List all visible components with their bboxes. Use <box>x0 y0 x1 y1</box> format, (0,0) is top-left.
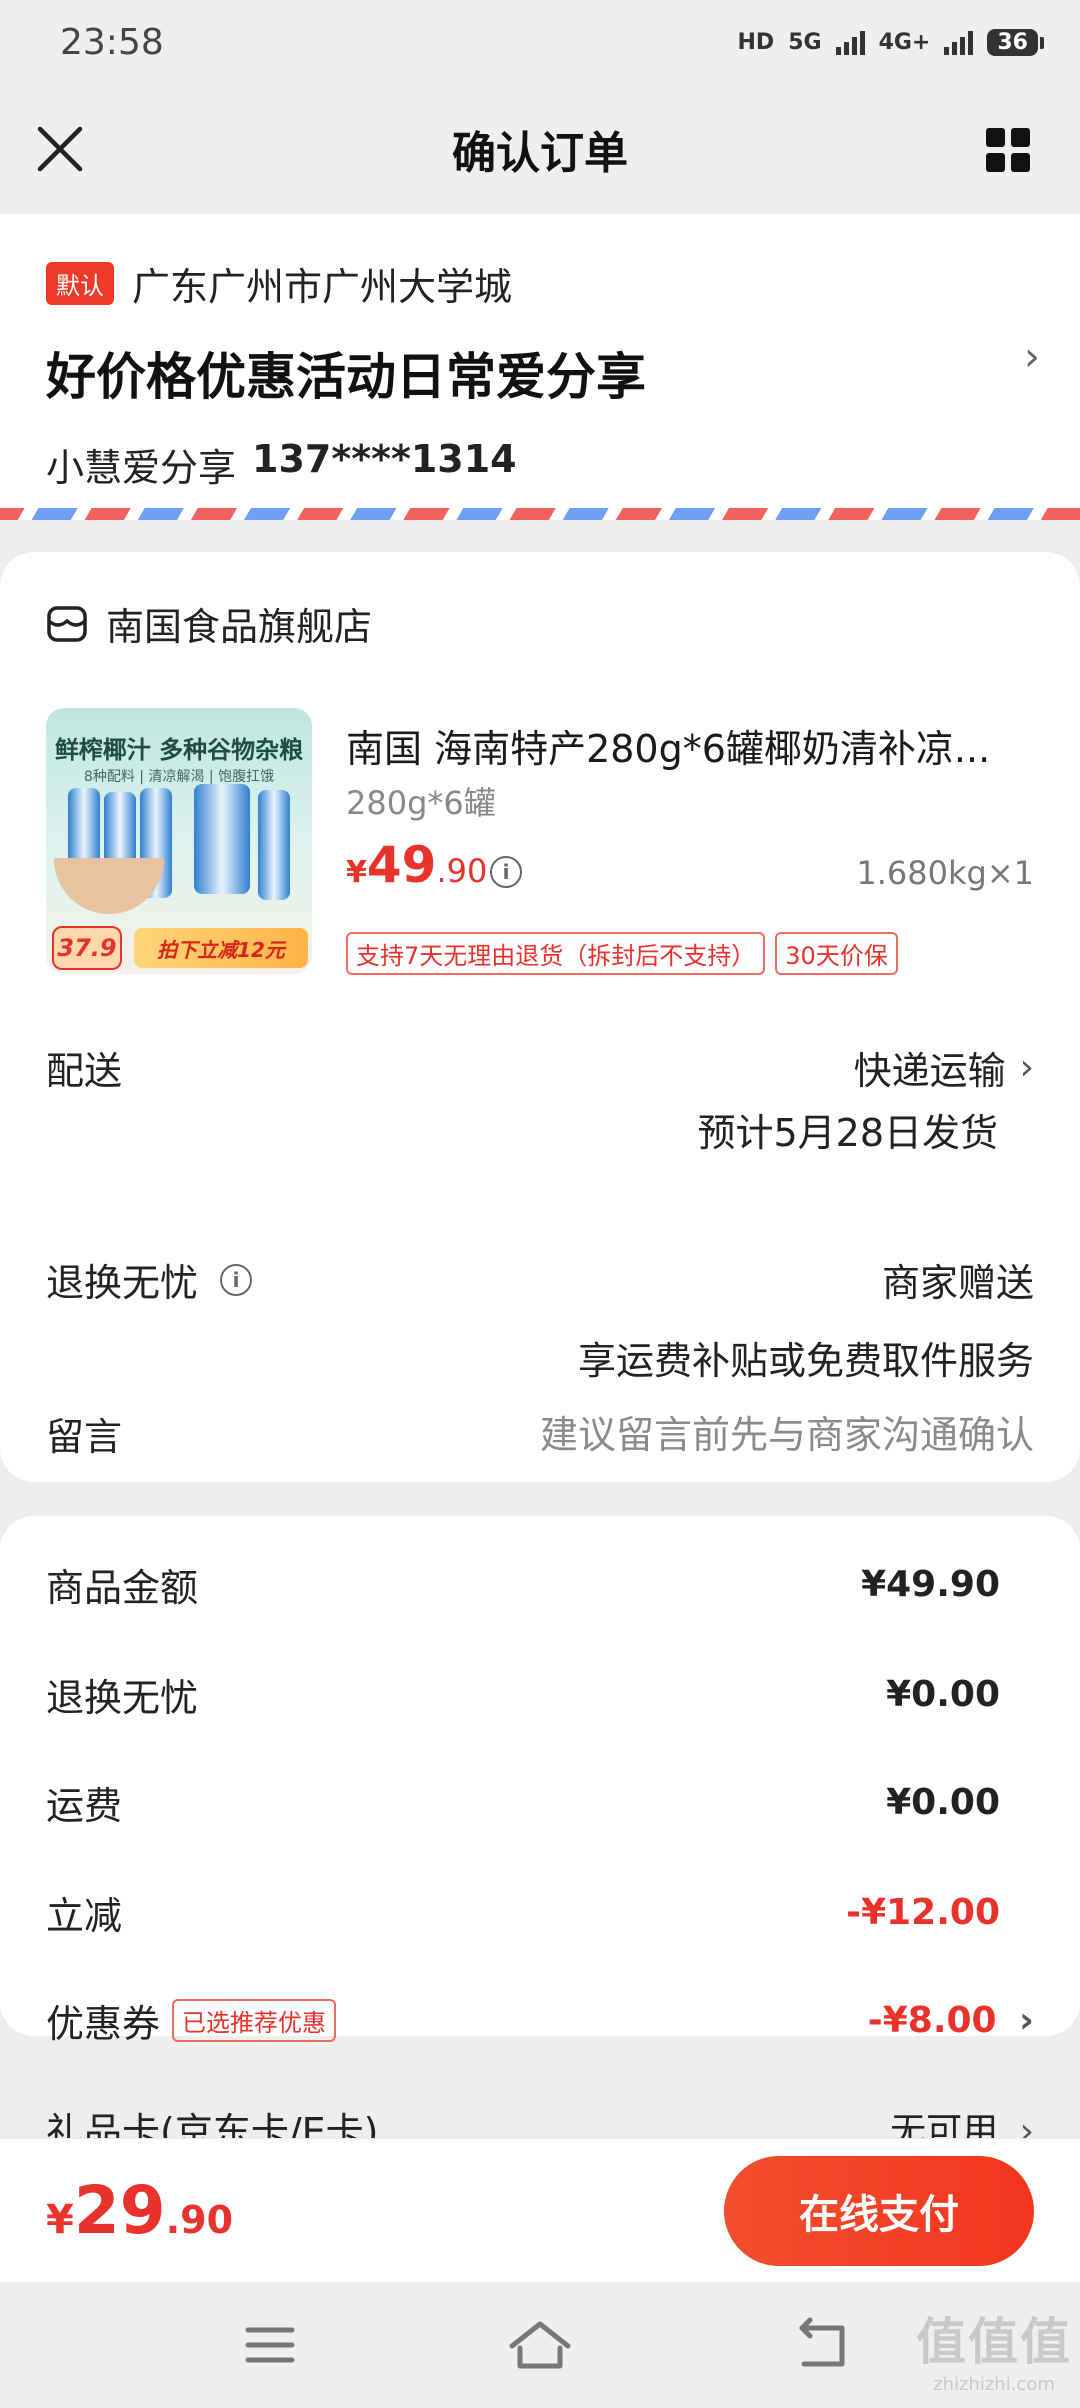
chevron-right-icon: › <box>1019 1047 1034 1088</box>
store-card: 南国食品旗舰店 鲜榨椰汁 多种谷物杂粮 8种配料 | 清凉解渴 | 饱腹扛饿 3… <box>0 552 1080 1482</box>
chevron-right-icon[interactable]: › <box>1024 334 1040 380</box>
pay-bar: ¥ 29 .90 在线支付 <box>0 2138 1080 2282</box>
nav-bar: 确认订单 <box>0 84 1080 214</box>
can-image <box>258 790 290 900</box>
back-icon[interactable] <box>782 2312 862 2378</box>
return-fee-value: ¥0.00 <box>886 1673 1000 1715</box>
return-service-row: 退换无忧 i <box>46 1252 253 1307</box>
return-policy-tag: 支持7天无理由退货（拆封后不支持） <box>346 932 766 975</box>
pay-online-button[interactable]: 在线支付 <box>724 2155 1034 2266</box>
price-integer: 49 <box>366 836 437 894</box>
airmail-stripe <box>0 508 1080 520</box>
close-icon[interactable] <box>30 119 90 179</box>
watermark-text: 值值值 <box>916 2313 1072 2371</box>
goods-amount-label: 商品金额 <box>46 1565 199 1610</box>
address-region: 广东广州市广州大学城 <box>132 265 513 309</box>
product-price: ¥ 49 .90 <box>346 836 487 894</box>
discount-label: 立减 <box>46 1893 123 1938</box>
delivery-method: 快递运输 <box>853 1049 1006 1093</box>
delivery-estimate: 预计5月28日发货 <box>697 1111 998 1155</box>
total-integer: 29 <box>73 2172 166 2249</box>
network-4g-label: 4G+ <box>878 29 931 55</box>
price-protect-tag: 30天价保 <box>775 932 898 975</box>
status-icons: HD 5G 4G+ 36 <box>737 28 1044 56</box>
shipping-label: 运费 <box>46 1783 123 1828</box>
bowl-image <box>54 858 164 914</box>
watermark-url: zhizhizhi.com <box>933 2374 1055 2395</box>
coupon-value-group: -¥8.00 › <box>868 2000 1034 2041</box>
coupon-row[interactable]: 优惠券 已选推荐优惠 -¥8.00 › <box>46 1990 1034 2050</box>
product-title[interactable]: 南国 海南特产280g*6罐椰奶清补凉... <box>346 718 1036 773</box>
message-label: 留言 <box>46 1415 123 1459</box>
thumb-discount-banner: 拍下立减12元 <box>134 928 308 968</box>
service-tags: 支持7天无理由退货（拆封后不支持） 30天价保 <box>346 932 898 975</box>
price-detail-card: 商品金额 ¥49.90 退换无忧 ¥0.00 运费 ¥0.00 立减 -¥12.… <box>0 1516 1080 2154</box>
default-badge: 默认 <box>46 262 114 305</box>
address-section[interactable]: 默认 广东广州市广州大学城 好价格优惠活动日常爱分享 › 小慧爱分享 137**… <box>0 214 1080 520</box>
menu-icon[interactable] <box>230 2312 310 2378</box>
shipping-value: ¥0.00 <box>886 1781 1000 1823</box>
product-image[interactable]: 鲜榨椰汁 多种谷物杂粮 8种配料 | 清凉解渴 | 饱腹扛饿 37.9 拍下立减… <box>46 708 312 974</box>
goods-amount-value: ¥49.90 <box>861 1563 1000 1605</box>
coupon-label: 优惠券 <box>46 2001 161 2046</box>
address-detail: 好价格优惠活动日常爱分享 <box>46 348 646 406</box>
product-weight: 1.680kg×1 <box>856 854 1034 892</box>
watermark: 值值值 zhizhizhi.com <box>916 2302 1072 2395</box>
discount-value: -¥12.00 <box>846 1891 1000 1933</box>
return-service-label: 退换无忧 <box>46 1261 199 1305</box>
thumb-slogan: 鲜榨椰汁 多种谷物杂粮 <box>54 736 304 764</box>
price-decimal: .90 <box>436 852 488 890</box>
thumb-price-tag: 37.9 <box>52 926 122 970</box>
battery-icon: 36 <box>987 28 1044 56</box>
thumb-price: 37.9 <box>57 934 117 962</box>
info-icon[interactable]: i <box>490 856 522 888</box>
return-fee-row: 退换无忧 ¥0.00 <box>46 1664 1034 1724</box>
store-name: 南国食品旗舰店 <box>106 605 373 649</box>
discount-row: 立减 -¥12.00 <box>46 1882 1034 1942</box>
shipping-row: 运费 ¥0.00 <box>46 1772 1034 1832</box>
price-symbol: ¥ <box>346 855 367 890</box>
status-time: 23:58 <box>60 21 164 63</box>
home-icon[interactable] <box>500 2312 580 2378</box>
contact-name: 小慧爱分享 <box>46 446 237 490</box>
status-bar: 23:58 HD 5G 4G+ 36 <box>0 0 1080 84</box>
goods-amount-row: 商品金额 ¥49.90 <box>46 1554 1034 1614</box>
return-service-desc: 享运费补贴或免费取件服务 <box>577 1339 1034 1383</box>
coupon-tag: 已选推荐优惠 <box>172 1998 337 2042</box>
network-5g-label: 5G <box>788 29 822 55</box>
signal-icon-2 <box>944 29 974 55</box>
thumb-subtitle: 8种配料 | 清凉解渴 | 饱腹扛饿 <box>83 769 275 785</box>
contact-phone: 137****1314 <box>252 437 517 481</box>
delivery-method-row[interactable]: 快递运输 › <box>854 1040 1034 1095</box>
coupon-label-group: 优惠券 已选推荐优惠 <box>46 1993 337 2048</box>
return-service-value: 商家赠送 <box>881 1261 1034 1305</box>
info-icon[interactable]: i <box>220 1263 253 1296</box>
system-nav-bar: 值值值 zhizhizhi.com <box>0 2282 1080 2408</box>
chevron-right-icon: › <box>1019 1999 1034 2041</box>
product-spec: 280g*6罐 <box>346 784 496 822</box>
total-symbol: ¥ <box>46 2197 74 2243</box>
grid-menu-icon[interactable] <box>986 128 1030 172</box>
message-input[interactable]: 建议留言前先与商家沟通确认 <box>540 1404 1034 1459</box>
return-fee-label: 退换无忧 <box>46 1675 199 1720</box>
store-icon <box>47 605 87 642</box>
signal-icon <box>835 29 865 55</box>
address-contact: 小慧爱分享 137****1314 <box>46 437 1034 492</box>
total-price: ¥ 29 .90 <box>46 2172 233 2249</box>
can-image <box>194 784 250 894</box>
hd-indicator: HD <box>737 29 775 55</box>
address-region-row: 默认 广东广州市广州大学城 <box>46 256 1034 311</box>
coupon-value: -¥8.00 <box>867 1999 997 2041</box>
page-title: 确认订单 <box>452 128 628 179</box>
delivery-label: 配送 <box>46 1049 123 1093</box>
total-decimal: .90 <box>165 2198 234 2242</box>
store-header[interactable]: 南国食品旗舰店 <box>46 596 372 651</box>
